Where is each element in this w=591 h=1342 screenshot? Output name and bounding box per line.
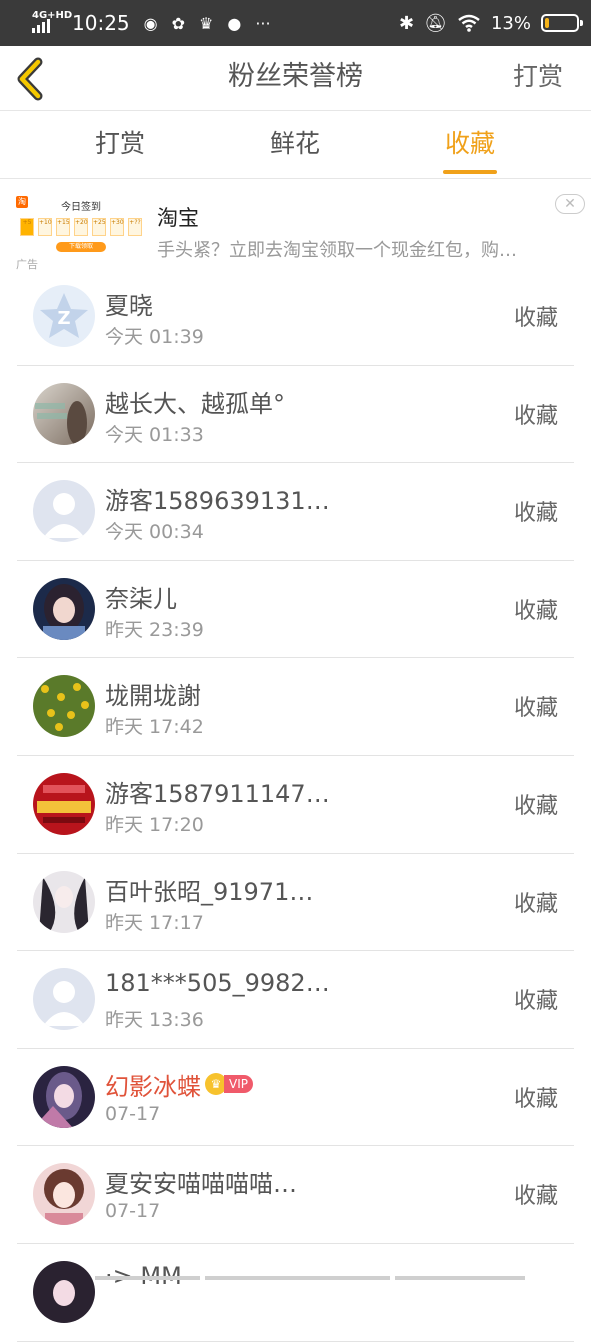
more-icon: ··· [255,14,270,33]
active-tab-indicator [443,170,497,174]
tab-label: 收藏 [445,129,495,158]
fan-action: 收藏 [514,1081,558,1113]
fan-name: 夏安安喵喵喵喵… [105,1164,297,1199]
ad-step: +15 [56,218,70,236]
avatar [33,578,95,640]
fan-time: 07-17 [105,1200,160,1222]
list-item[interactable]: 奈柒儿 昨天 23:39 收藏 [17,561,574,659]
ad-title: 淘宝 [157,202,199,232]
ad-step: +25 [92,218,106,236]
fan-action: 收藏 [514,788,558,820]
ad-step: +30 [110,218,124,236]
list-item[interactable]: 181***505_9982… 昨天 13:36 收藏 [17,951,574,1049]
close-icon[interactable]: ✕ [555,194,585,214]
title-bar: 粉丝荣誉榜 打赏 [0,46,591,111]
wifi-icon [457,14,481,32]
mute-icon: 🔕︎ [424,13,447,34]
fan-time: 07-17 [105,1103,160,1125]
avatar [33,383,95,445]
back-arrow-icon [12,54,52,104]
list-item[interactable]: 幻影冰蝶 ♛ VIP 07-17 收藏 [17,1049,574,1147]
svg-text:Z: Z [57,308,70,329]
fan-name: 百叶张昭_91971… [105,872,313,907]
battery-percent: 13% [491,13,531,34]
tab-favorites[interactable]: 收藏 [420,111,520,179]
avatar [33,773,95,835]
status-bar: 4G+HD 10:25 ◉ ✿ ♛ ● ··· ✱ 🔕︎ 13% [0,0,591,46]
avatar: Z [33,285,95,347]
vip-badge: ♛ VIP [205,1073,253,1095]
vivo-icon: ◉ [144,14,158,33]
fan-name: 垅開垅謝 [105,676,201,711]
fan-name-wrap: 幻影冰蝶 ♛ VIP [105,1067,253,1102]
tab-bar: 打赏 鲜花 收藏 [0,111,591,179]
ad-image-steps: +5 +10 +15 +20 +25 +30 +?? [20,218,142,236]
avatar [33,480,95,542]
vip-label: VIP [224,1075,253,1093]
fan-action: 收藏 [514,398,558,430]
avatar [33,675,95,737]
tab-tip[interactable]: 打赏 [70,111,170,179]
fan-action: 收藏 [514,983,558,1015]
fan-action: 收藏 [514,300,558,332]
fan-list: Z 夏晓 今天 01:39 收藏 越长大、越孤单° 今天 01:33 收藏 游客… [0,268,591,1342]
fan-time: 今天 01:39 [105,322,204,349]
crown-icon: ♛ [199,14,213,33]
tab-label: 鲜花 [270,129,320,158]
wechat-icon: ✿ [172,14,185,33]
avatar [33,1261,95,1323]
ad-image-title: 今日签到 [14,198,148,213]
list-item[interactable]: ·> MM [17,1244,574,1342]
tab-label: 打赏 [95,129,145,158]
tab-flowers[interactable]: 鲜花 [245,111,345,179]
ad-step: +10 [38,218,52,236]
list-item[interactable]: Z 夏晓 今天 01:39 收藏 [17,268,574,366]
avatar [33,968,95,1030]
fan-name: 游客1589639131… [105,481,330,516]
avatar [33,871,95,933]
fan-time: 昨天 17:17 [105,908,204,935]
bluetooth-icon: ✱ [399,13,414,34]
list-item[interactable]: 游客1589639131… 今天 00:34 收藏 [17,463,574,561]
fan-name: 游客1587911147… [105,774,330,809]
list-item[interactable]: 夏安安喵喵喵喵… 07-17 收藏 [17,1146,574,1244]
ad-image: 淘 今日签到 +5 +10 +15 +20 +25 +30 +?? 下载领取 [14,194,148,254]
fan-name: 越长大、越孤单° [105,384,285,419]
list-item[interactable]: 百叶张昭_91971… 昨天 17:17 收藏 [17,854,574,952]
clock: 10:25 [72,11,130,35]
ad-step: +20 [74,218,88,236]
fan-time: 今天 00:34 [105,517,204,544]
fan-time: 昨天 17:20 [105,810,204,837]
back-button[interactable] [12,54,52,104]
ad-description: 手头紧？立即去淘宝领取一个现金红包，购… [157,236,557,262]
fan-time: 昨天 17:42 [105,712,204,739]
fan-action: 收藏 [514,495,558,527]
fan-action: 收藏 [514,593,558,625]
message-icon: ● [227,14,241,33]
battery-icon [541,14,579,32]
fan-name: 181***505_9982… [105,969,330,997]
list-item[interactable]: 游客1587911147… 昨天 17:20 收藏 [17,756,574,854]
avatar [33,1163,95,1225]
list-item[interactable]: 垅開垅謝 昨天 17:42 收藏 [17,658,574,756]
fan-name: 幻影冰蝶 [105,1067,201,1102]
ad-banner[interactable]: 淘 今日签到 +5 +10 +15 +20 +25 +30 +?? 下载领取 广… [0,180,591,268]
fan-action: 收藏 [514,1178,558,1210]
list-item[interactable]: 越长大、越孤单° 今天 01:33 收藏 [17,366,574,464]
fan-time: 昨天 13:36 [105,1005,204,1032]
page-title: 粉丝荣誉榜 [0,46,591,111]
tip-button[interactable]: 打赏 [513,46,563,111]
ad-image-button: 下载领取 [56,242,106,252]
fan-time: 昨天 23:39 [105,615,204,642]
fan-name: 奈柒儿 [105,579,177,614]
signal-icon: 4G+HD [32,11,60,35]
ad-step: +5 [20,218,34,236]
fan-action: 收藏 [514,886,558,918]
ad-step: +?? [128,218,142,236]
fan-time: 今天 01:33 [105,420,204,447]
fan-name: 夏晓 [105,286,153,321]
fan-action: 收藏 [514,690,558,722]
scroll-indicator [95,1276,525,1280]
avatar [33,1066,95,1128]
